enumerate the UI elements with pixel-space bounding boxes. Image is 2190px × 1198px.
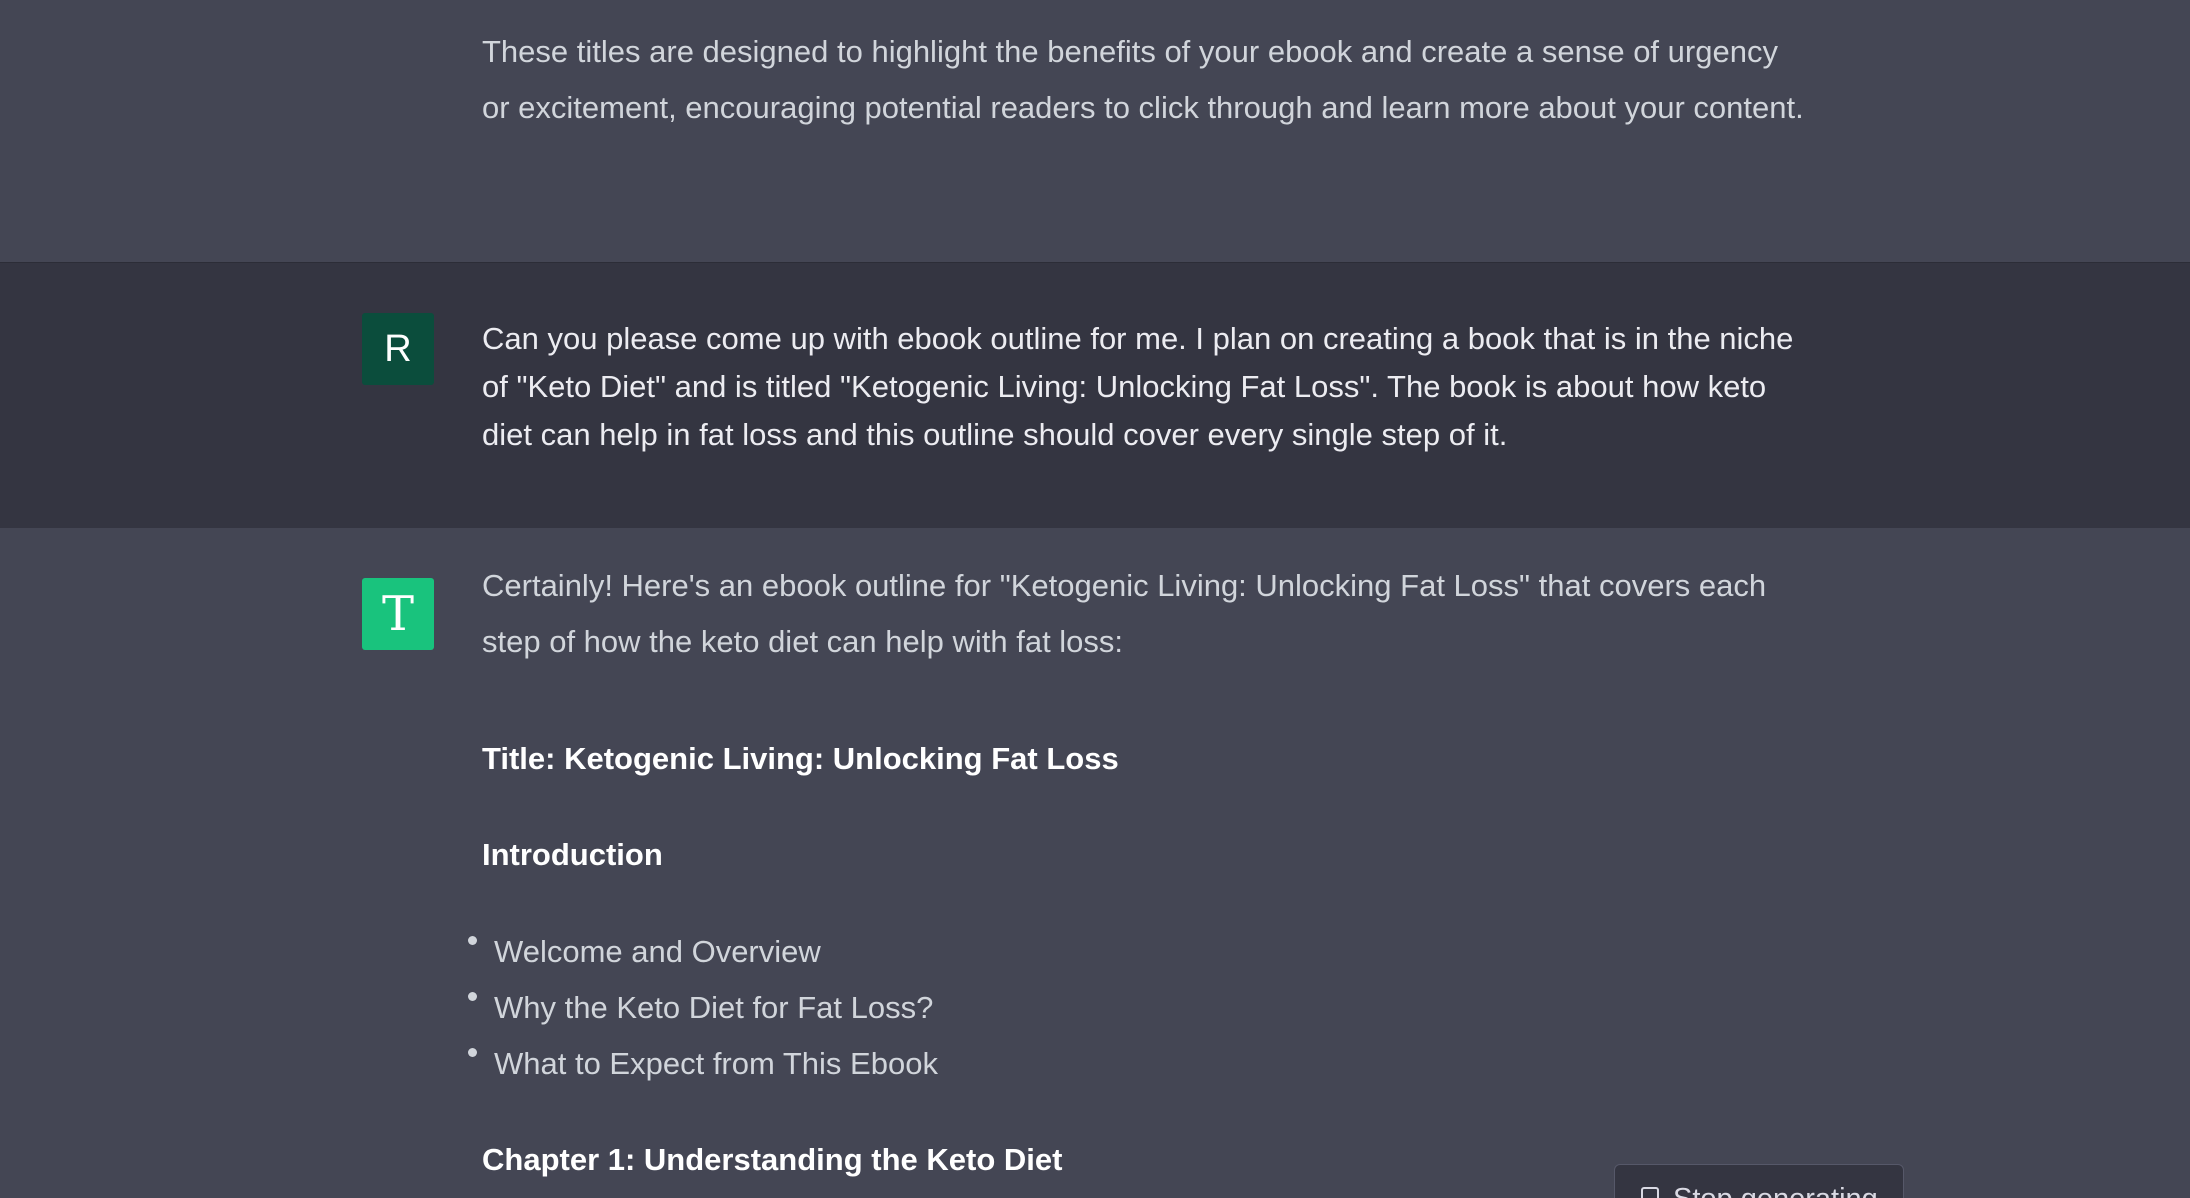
user-message-text: Can you please come up with ebook outlin…	[482, 321, 1794, 452]
assistant-message: T Certainly! Here's an ebook outline for…	[0, 528, 2190, 1198]
chat-page: These titles are designed to highlight t…	[0, 0, 2190, 1198]
user-message: R Can you please come up with ebook outl…	[0, 262, 2190, 530]
list-item-label: Welcome and Overview	[494, 934, 821, 969]
introduction-heading: Introduction	[482, 837, 663, 872]
assistant-avatar-letter: T	[381, 586, 414, 642]
list-item: What to Expect from This Ebook	[462, 1036, 938, 1092]
stop-generating-label: Stop generating	[1673, 1183, 1878, 1198]
bullet-icon	[468, 992, 477, 1001]
user-avatar-letter: R	[384, 327, 412, 370]
list-item-label: Why the Keto Diet for Fat Loss?	[494, 990, 934, 1025]
assistant-message-text: These titles are designed to highlight t…	[482, 34, 1804, 125]
assistant-message-previous: These titles are designed to highlight t…	[0, 0, 2190, 262]
chapter-1-heading: Chapter 1: Understanding the Keto Diet	[482, 1142, 1063, 1177]
stop-generating-button[interactable]: Stop generating	[1614, 1164, 1904, 1198]
outline-title: Title: Ketogenic Living: Unlocking Fat L…	[482, 741, 1119, 776]
list-item-label: What to Expect from This Ebook	[494, 1046, 938, 1081]
bullet-icon	[468, 936, 477, 945]
bullet-icon	[468, 1048, 477, 1057]
assistant-avatar: T	[362, 578, 434, 650]
stop-icon	[1641, 1187, 1659, 1198]
list-item: Why the Keto Diet for Fat Loss?	[462, 980, 938, 1036]
assistant-intro-text: Certainly! Here's an ebook outline for "…	[482, 568, 1767, 659]
user-avatar: R	[362, 313, 434, 385]
introduction-list: Welcome and Overview Why the Keto Diet f…	[462, 924, 938, 1092]
list-item: Welcome and Overview	[462, 924, 938, 980]
